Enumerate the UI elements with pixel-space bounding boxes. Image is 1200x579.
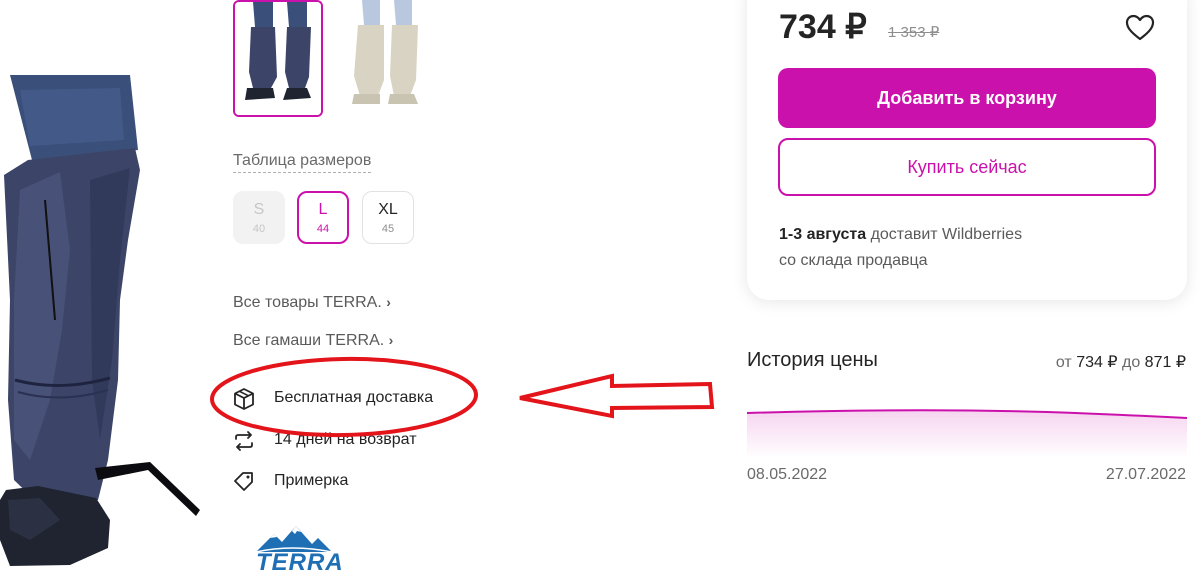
range-min-price: 734 ₽ xyxy=(1076,354,1118,371)
price-history-end-date: 27.07.2022 xyxy=(1105,466,1186,483)
price-history-start-date: 08.05.2022 xyxy=(747,466,828,483)
size-option-l[interactable]: L 44 xyxy=(297,191,349,244)
delivery-source: со склада продавца xyxy=(779,252,928,269)
delivery-carrier: доставит Wildberries xyxy=(870,226,1023,243)
box-icon xyxy=(234,388,254,410)
brand-logo[interactable]: TERRA xyxy=(252,522,343,576)
price-history-title: История цены xyxy=(747,349,878,371)
size-table-link[interactable]: Таблица размеров xyxy=(233,152,372,173)
delivery-info: 1-3 августа доставит Wildberries xyxy=(779,226,1022,244)
return-policy-label: 14 дней на возврат xyxy=(274,431,417,448)
price-history-area xyxy=(747,410,1187,458)
price-history-chart[interactable] xyxy=(747,398,1187,458)
range-to-word: до xyxy=(1121,354,1141,371)
gaiter-photo xyxy=(0,0,202,574)
thumbnail-beige[interactable] xyxy=(338,0,428,116)
range-max-price: 871 ₽ xyxy=(1144,354,1186,371)
current-price: 734 ₽ xyxy=(779,8,867,46)
old-price: 1 353 ₽ xyxy=(888,24,940,41)
navy-gaiter-thumb-image xyxy=(235,2,321,115)
range-from-word: от xyxy=(1055,354,1072,371)
fitting-label: Примерка xyxy=(274,472,349,489)
tag-icon xyxy=(234,472,253,491)
all-brand-gaiters-link[interactable]: Все гамаши TERRA. › xyxy=(233,332,393,350)
size-number: 45 xyxy=(381,223,395,235)
brand-logo-text: TERRA xyxy=(256,549,344,576)
beige-gaiter-thumb-image xyxy=(338,0,428,116)
size-number: 44 xyxy=(316,223,330,235)
all-brand-gaiters-label: Все гамаши TERRA. xyxy=(233,332,385,349)
heart-icon[interactable] xyxy=(1124,12,1156,44)
main-product-image[interactable] xyxy=(0,0,202,574)
size-letter: S xyxy=(253,201,265,218)
thumbnail-navy[interactable] xyxy=(233,0,323,117)
size-option-xl[interactable]: XL 45 xyxy=(362,191,414,244)
delivery-date: 1-3 августа xyxy=(779,226,867,243)
add-to-cart-button[interactable]: Добавить в корзину xyxy=(778,68,1156,128)
size-option-s[interactable]: S 40 xyxy=(233,191,285,244)
size-letter: XL xyxy=(378,201,398,218)
free-delivery-label: Бесплатная доставка xyxy=(274,389,434,406)
size-letter: L xyxy=(318,201,328,218)
annotation-arrow xyxy=(519,373,715,419)
chevron-right-icon: › xyxy=(388,332,394,348)
return-arrows-icon xyxy=(235,431,253,451)
chevron-right-icon: › xyxy=(386,294,391,310)
size-number: 40 xyxy=(252,223,266,235)
all-brand-goods-label: Все товары TERRA. xyxy=(233,294,382,311)
price-history-range: от 734 ₽ до 871 ₽ xyxy=(1056,352,1186,372)
all-brand-goods-link[interactable]: Все товары TERRA. › xyxy=(233,294,391,312)
buy-now-button[interactable]: Купить сейчас xyxy=(778,138,1156,196)
